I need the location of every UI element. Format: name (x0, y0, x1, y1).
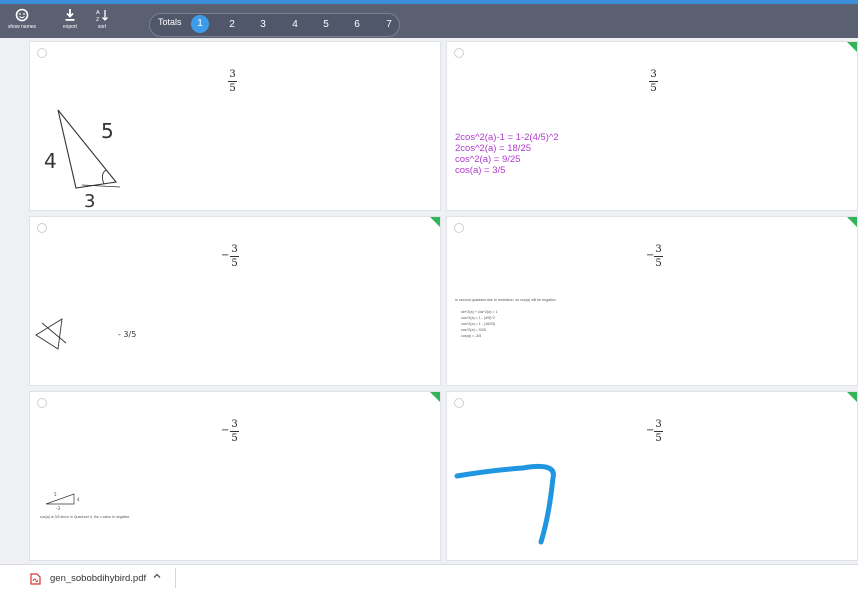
page-6-button[interactable]: 6 (350, 19, 364, 30)
answer-fraction: 3 5 (649, 69, 658, 94)
handwritten-triangle-sketch: 5 4 3 (44, 109, 121, 210)
pdf-icon (30, 572, 41, 590)
chevron-up-icon[interactable] (152, 571, 162, 583)
typed-work: In second quadrant due to restriction, s… (455, 297, 595, 339)
answer-fraction: 3 5 (228, 69, 237, 94)
select-radio[interactable] (454, 48, 464, 58)
answer-sign: − (221, 425, 230, 436)
handwritten-5: 5 (101, 119, 114, 143)
work-line: 2cos^2(a)-1 = 1-2(4/5)^2 (455, 132, 559, 143)
handwritten-4: 4 (77, 497, 80, 502)
typed-note: cos(a) is 3/5 since in Quadrant II, the … (40, 515, 131, 519)
answer-fraction: 3 5 (654, 419, 663, 444)
page-2-button[interactable]: 2 (225, 19, 239, 30)
answer-fraction: 3 5 (230, 244, 239, 269)
show-names-button[interactable]: show names (4, 8, 40, 30)
status-flag (847, 392, 857, 402)
export-button[interactable]: export (52, 8, 88, 30)
response-card[interactable]: − 3 5 In second quadrant due to restrict… (446, 216, 858, 386)
select-radio[interactable] (37, 48, 47, 58)
select-radio[interactable] (37, 398, 47, 408)
sort-button[interactable]: A Z sort (84, 8, 120, 30)
export-label: export (63, 24, 77, 30)
typed-work: 2cos^2(a)-1 = 1-2(4/5)^2 2cos^2(a) = 18/… (455, 132, 559, 176)
status-flag (847, 42, 857, 52)
face-icon (15, 8, 29, 22)
handwritten-5: 5 (54, 492, 57, 497)
answer-sign: − (221, 250, 230, 261)
page-5-button[interactable]: 5 (319, 19, 333, 30)
work-line: 2cos^2(a) = 18/25 (455, 143, 532, 154)
show-names-label: show names (7, 24, 37, 30)
sort-label: sort (97, 24, 107, 30)
work-line: cos(a) = -3/5 (461, 334, 482, 338)
response-card[interactable]: − 3 5 (446, 391, 858, 561)
handwritten-3: 3 (84, 191, 95, 210)
status-flag (847, 217, 857, 227)
handwritten-answer: - 3/5 (118, 330, 136, 339)
handwritten-stroke (454, 463, 556, 545)
answer-fraction: 3 5 (654, 244, 663, 269)
totals-button[interactable]: Totals (158, 17, 182, 27)
toolbar: show names export A Z sort Totals 1 2 3 … (0, 4, 858, 38)
svg-text:A: A (96, 10, 100, 16)
work-line: cos(a) = 3/5 (455, 165, 506, 176)
page-4-button[interactable]: 4 (288, 19, 302, 30)
page-7-button[interactable]: 7 (382, 19, 396, 30)
response-card[interactable]: − 3 5 5 4 -3 cos(a) is 3/5 since in Quad… (29, 391, 441, 561)
status-flag (430, 217, 440, 227)
handwritten-triangle-sketch: 5 4 -3 (45, 492, 80, 511)
response-card[interactable]: 3 5 2cos^2(a)-1 = 1-2(4/5)^2 2cos^2(a) =… (446, 41, 858, 211)
answer-fraction: 3 5 (230, 419, 239, 444)
sort-az-icon: A Z (96, 10, 108, 22)
handwritten-neg3: -3 (56, 506, 60, 511)
svg-text:Z: Z (96, 17, 100, 22)
responses-grid: 3 5 5 4 3 3 5 2cos^2(a)-1 = 1-2(4/5)^2 2… (0, 38, 858, 564)
status-flag (430, 392, 440, 402)
page-1-button[interactable]: 1 (191, 15, 209, 33)
work-line: cos^2(a) = 9/25 (455, 154, 521, 165)
select-radio[interactable] (454, 398, 464, 408)
divider (175, 568, 176, 588)
response-card[interactable]: 3 5 5 4 3 (29, 41, 441, 211)
download-icon (65, 9, 75, 21)
download-filename[interactable]: gen_sobobdihybird.pdf (50, 573, 146, 584)
handwritten-sketch: - 3/5 (35, 318, 136, 350)
response-card[interactable]: − 3 5 - 3/5 (29, 216, 441, 386)
download-bar: gen_sobobdihybird.pdf (0, 564, 858, 590)
page-3-button[interactable]: 3 (256, 19, 270, 30)
handwritten-4: 4 (44, 149, 57, 173)
select-radio[interactable] (37, 223, 47, 233)
select-radio[interactable] (454, 223, 464, 233)
